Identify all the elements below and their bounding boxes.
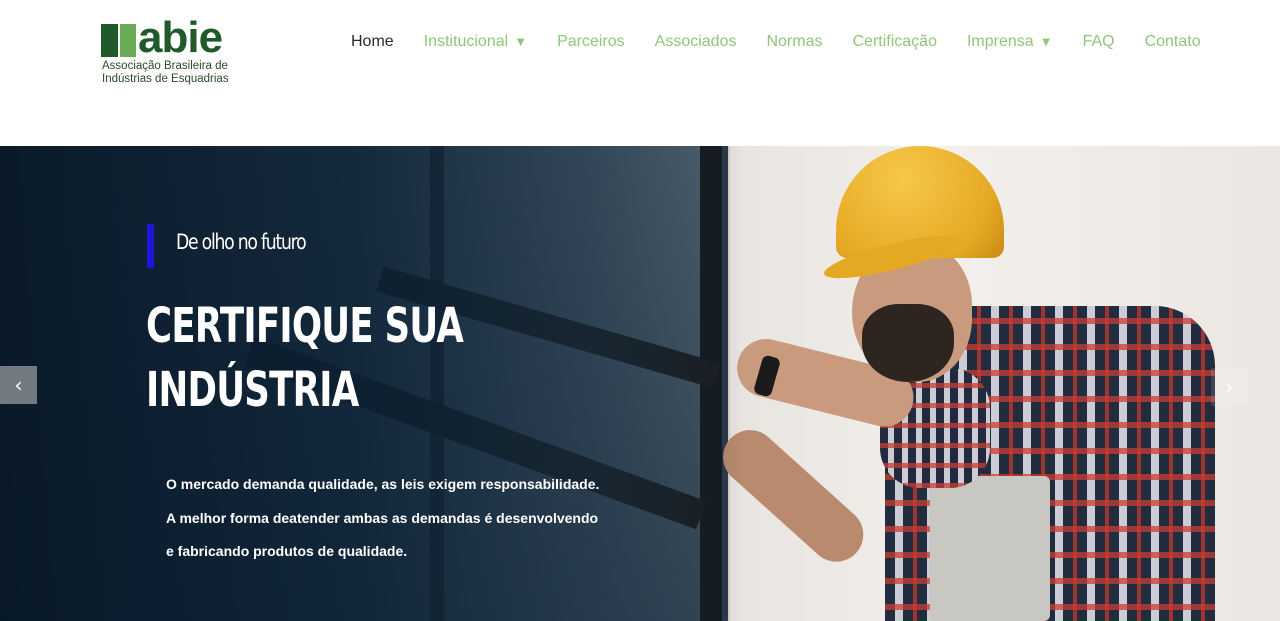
- site-header: abie Associação Brasileira de Indústrias…: [0, 0, 1280, 146]
- main-nav: Home Institucional ▼ Parceiros Associados…: [351, 31, 1231, 53]
- hero-headline-line1: CERTIFIQUE SUA: [146, 298, 464, 354]
- nav-home[interactable]: Home: [351, 33, 394, 51]
- logo-mark-icon: [101, 24, 136, 57]
- hero-slider: De olho no futuro CERTIFIQUE SUA INDÚSTR…: [0, 146, 1280, 621]
- eyebrow-accent-bar: [147, 224, 154, 268]
- dropdown-caret-icon: ▼: [514, 34, 528, 49]
- logo-subtitle: Associação Brasileira de Indústrias de E…: [102, 60, 262, 86]
- slider-prev-button[interactable]: ‹: [0, 366, 37, 404]
- nav-home-label: Home: [351, 33, 394, 50]
- nav-contato[interactable]: Contato: [1145, 33, 1201, 51]
- logo-wordmark: abie: [138, 13, 223, 62]
- nav-certificacao-label: Certificação: [852, 33, 937, 50]
- nav-normas[interactable]: Normas: [766, 33, 822, 51]
- dropdown-caret-icon: ▼: [1039, 34, 1053, 49]
- logo-subtitle-line1: Associação Brasileira de: [102, 60, 228, 72]
- hero-headline-line2: INDÚSTRIA: [146, 362, 359, 418]
- nav-parceiros-label: Parceiros: [557, 33, 625, 50]
- chevron-right-icon: ›: [1225, 375, 1234, 399]
- nav-normas-label: Normas: [766, 33, 823, 50]
- hero-eyebrow: De olho no futuro: [176, 230, 307, 254]
- nav-faq-label: FAQ: [1082, 33, 1115, 50]
- hero-description-line1: O mercado demanda qualidade, as leis exi…: [166, 476, 600, 492]
- nav-imprensa[interactable]: Imprensa ▼: [967, 33, 1053, 51]
- nav-associados[interactable]: Associados: [655, 33, 737, 51]
- nav-imprensa-label: Imprensa: [966, 33, 1034, 50]
- logo-mark-light-square: [120, 24, 136, 57]
- nav-certificacao[interactable]: Certificação: [852, 33, 936, 51]
- logo-subtitle-line2: Indústrias de Esquadrias: [102, 73, 229, 85]
- hero-headline: CERTIFIQUE SUA INDÚSTRIA: [146, 294, 531, 422]
- nav-contato-label: Contato: [1144, 33, 1201, 50]
- logo-mark-dark-square: [101, 24, 118, 57]
- slider-next-button[interactable]: ›: [1211, 368, 1248, 406]
- abie-logo[interactable]: abie Associação Brasileira de Indústrias…: [101, 14, 251, 92]
- nav-institucional-label: Institucional: [423, 33, 509, 50]
- chevron-left-icon: ‹: [14, 373, 23, 397]
- nav-institucional[interactable]: Institucional ▼: [424, 33, 527, 51]
- nav-parceiros[interactable]: Parceiros: [557, 33, 625, 51]
- hero-description: O mercado demanda qualidade, as leis exi…: [166, 468, 686, 569]
- nav-faq[interactable]: FAQ: [1083, 33, 1115, 51]
- hero-description-line3: e fabricando produtos de qualidade.: [166, 543, 408, 559]
- hero-description-line2: A melhor forma deatender ambas as demand…: [166, 509, 599, 526]
- nav-associados-label: Associados: [654, 33, 737, 50]
